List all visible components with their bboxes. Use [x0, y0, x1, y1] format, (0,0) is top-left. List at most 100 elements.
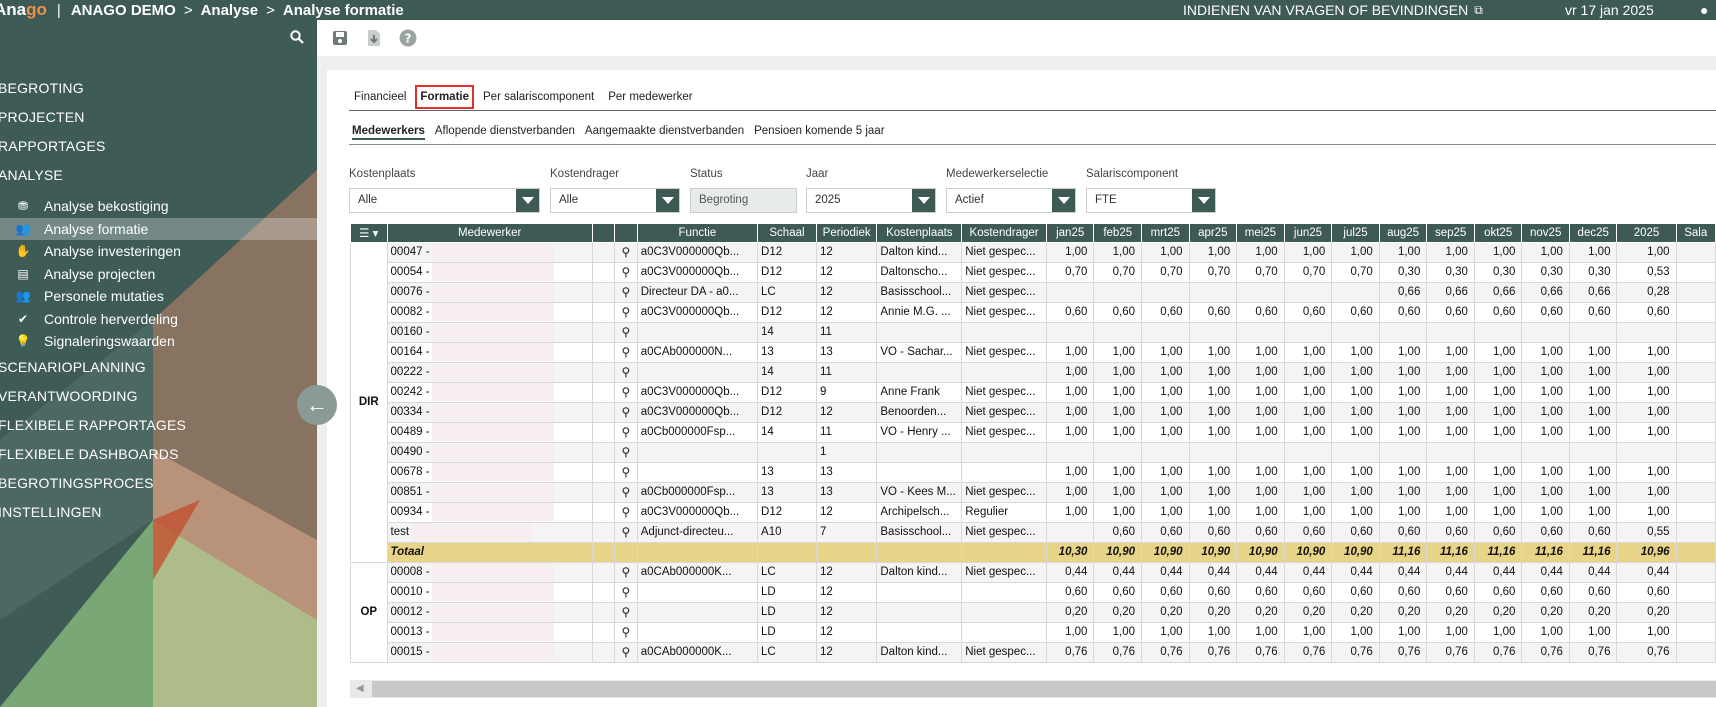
cell-search[interactable]: ⚲: [614, 581, 638, 603]
column-header-schaal[interactable]: Schaal: [757, 224, 817, 243]
column-header-aug25[interactable]: aug25: [1378, 224, 1428, 243]
table-row[interactable]: 00851 - ⚲ a0Cb000000Fsp... 13 13 VO - Kees M.…: [351, 481, 1716, 503]
search-icon[interactable]: ⚲: [622, 445, 631, 459]
chevron-down-icon[interactable]: [912, 189, 935, 212]
cell-search[interactable]: ⚲: [614, 521, 638, 543]
chevron-down-icon[interactable]: [1052, 189, 1075, 212]
help-button[interactable]: ?: [397, 27, 419, 49]
cell-search[interactable]: ⚲: [614, 361, 638, 383]
medewerkerselectie-select[interactable]: Actief: [946, 188, 1076, 213]
table-row[interactable]: 00054 - ⚲ a0C3V000000Qb... D12 12 Daltonscho.…: [351, 261, 1716, 283]
export-button[interactable]: [363, 27, 385, 49]
table-row[interactable]: 00678 - ⚲ 13 13 1,00 1,00 1,00 1,00 1,00 1,00 1,00…: [351, 461, 1716, 483]
cell-search[interactable]: ⚲: [614, 561, 638, 583]
subtab-aflopende-dienstverbanden[interactable]: Aflopende dienstverbanden: [435, 122, 575, 140]
cell-search[interactable]: ⚲: [614, 341, 638, 363]
search-icon[interactable]: ⚲: [622, 625, 631, 639]
menu-item-analyse[interactable]: ANALYSE: [0, 161, 317, 190]
menu-item-flexibele-rapportages[interactable]: FLEXIBELE RAPPORTAGES: [0, 411, 317, 440]
table-row[interactable]: OP 00008 - ⚲ a0CAb000000K... LC 12 Dalton kind…: [350, 561, 1716, 663]
cell-search[interactable]: ⚲: [614, 461, 638, 483]
menu-item-rapportages[interactable]: RAPPORTAGES: [0, 132, 317, 161]
breadcrumb-analyse[interactable]: Analyse: [201, 2, 259, 19]
tab-per-medewerker[interactable]: Per medewerker: [606, 88, 694, 106]
column-header-jan25[interactable]: jan25: [1045, 224, 1095, 243]
column-header-jul25[interactable]: jul25: [1331, 224, 1380, 243]
table-row[interactable]: 00015 - ⚲ a0CAb000000K... LC 12 Dalton kind..…: [351, 641, 1716, 663]
table-row[interactable]: 00242 - ⚲ a0C3V000000Qb... D12 9 Anne Frank Ni…: [351, 381, 1716, 403]
column-header-okt25[interactable]: okt25: [1473, 224, 1523, 243]
table-row[interactable]: test ⚲ Adjunct-directeu... A10 7 Basisschool.…: [351, 521, 1716, 543]
cell-search[interactable]: ⚲: [614, 441, 638, 463]
menu-item-begrotingsproces[interactable]: BEGROTINGSPROCES: [0, 469, 317, 498]
sidebar-sub-item[interactable]: 💡 Signaleringswaarden: [0, 330, 317, 353]
table-row[interactable]: 00222 - ⚲ 14 11 1,00 1,00 1,00 1,00 1,00 1,00 1,00…: [351, 361, 1716, 383]
column-header-mrt25[interactable]: mrt25: [1141, 224, 1190, 243]
column-header-apr25[interactable]: apr25: [1188, 224, 1238, 243]
table-row[interactable]: 00013 - ⚲ LD 12 1,00 1,00 1,00 1,00 1,00 1,00 1,00…: [351, 621, 1716, 643]
search-icon[interactable]: ⚲: [622, 525, 631, 539]
salariscomponent-select[interactable]: FTE: [1086, 188, 1216, 213]
cell-search[interactable]: ⚲: [614, 281, 638, 303]
menu-item-begroting[interactable]: BEGROTING: [0, 74, 317, 103]
search-icon[interactable]: ⚲: [622, 365, 631, 379]
search-icon[interactable]: ⚲: [622, 605, 631, 619]
logo[interactable]: Anago: [0, 0, 47, 20]
kostendrager-select[interactable]: Alle: [550, 188, 680, 213]
cell-search[interactable]: ⚲: [614, 401, 638, 423]
search-icon[interactable]: ⚲: [622, 465, 631, 479]
column-header-sala[interactable]: Sala: [1675, 224, 1716, 243]
cell-search[interactable]: ⚲: [614, 381, 638, 403]
table-row[interactable]: 00160 - ⚲ 14 11: [351, 321, 1716, 343]
search-icon[interactable]: ⚲: [622, 345, 631, 359]
table-row[interactable]: 00490 - ⚲ 1: [351, 441, 1716, 463]
sidebar-sub-item[interactable]: ▤ Analyse projecten: [0, 263, 317, 286]
column-menu[interactable]: ☰ ▾: [350, 224, 388, 243]
table-row[interactable]: 00010 - ⚲ LD 12 0,60 0,60 0,60 0,60 0,60 0,60 0,60…: [351, 581, 1716, 603]
search-icon[interactable]: ⚲: [622, 485, 631, 499]
sidebar-sub-item[interactable]: 👥 Personele mutaties: [0, 285, 317, 308]
menu-item-flexibele-dashboards[interactable]: FLEXIBELE DASHBOARDS: [0, 440, 317, 469]
user-icon[interactable]: ●: [1700, 0, 1708, 20]
cell-search[interactable]: ⚲: [614, 601, 638, 623]
menu-item-scenarioplanning[interactable]: SCENARIOPLANNING: [0, 353, 317, 382]
column-header-jun25[interactable]: jun25: [1283, 224, 1333, 243]
tab-per-salariscomponent[interactable]: Per salariscomponent: [481, 88, 596, 106]
subtab-medewerkers[interactable]: Medewerkers: [352, 122, 425, 140]
search-icon[interactable]: ⚲: [622, 505, 631, 519]
search-icon[interactable]: ⚲: [622, 565, 631, 579]
jaar-select[interactable]: 2025: [806, 188, 936, 213]
scroll-left-icon[interactable]: ◀: [356, 680, 366, 698]
chevron-down-icon[interactable]: [1192, 189, 1215, 212]
search-icon[interactable]: ⚲: [622, 245, 631, 259]
kostenplaats-select[interactable]: Alle: [349, 188, 540, 213]
sidebar-sub-item[interactable]: 👥 Analyse formatie: [0, 217, 317, 240]
cell-search[interactable]: ⚲: [614, 481, 638, 503]
sidebar-sub-item[interactable]: ✔ Controle herverdeling: [0, 308, 317, 331]
column-header-kostenplaats[interactable]: Kostenplaats: [876, 224, 963, 243]
table-row[interactable]: DIR 00047 - ⚲ a0C3V000000Qb... D12 12 Dalton k…: [350, 241, 1716, 563]
table-row[interactable]: 00489 - ⚲ a0Cb000000Fsp... 14 11 VO - Henry .…: [351, 421, 1716, 443]
column-header-medewerker[interactable]: Medewerker: [386, 224, 593, 243]
cell-search[interactable]: ⚲: [614, 241, 638, 263]
column-header-nov25[interactable]: nov25: [1521, 224, 1570, 243]
search-icon[interactable]: ⚲: [622, 285, 631, 299]
search-icon[interactable]: ⚲: [622, 305, 631, 319]
search-icon[interactable]: ⚲: [622, 265, 631, 279]
save-button[interactable]: [329, 27, 351, 49]
collapse-sidebar-button[interactable]: ←: [297, 385, 337, 425]
sidebar-search[interactable]: [0, 20, 317, 56]
menu-item-projecten[interactable]: PROJECTEN: [0, 103, 317, 132]
cell-search[interactable]: ⚲: [614, 641, 638, 663]
sidebar-sub-item[interactable]: ⛃ Analyse bekostiging: [0, 195, 317, 218]
cell-search[interactable]: ⚲: [614, 501, 638, 523]
column-header-kostendrager[interactable]: Kostendrager: [961, 224, 1047, 243]
tab-formatie[interactable]: Formatie: [415, 85, 474, 109]
table-row[interactable]: 00164 - ⚲ a0CAb000000N... 13 13 VO - Sachar..…: [351, 341, 1716, 363]
cell-search[interactable]: ⚲: [614, 261, 638, 283]
menu-item-verantwoording[interactable]: VERANTWOORDING: [0, 382, 317, 411]
table-row[interactable]: 00012 - ⚲ LD 12 0,20 0,20 0,20 0,20 0,20 0,20 0,20…: [351, 601, 1716, 623]
table-row[interactable]: 00076 - ⚲ Directeur DA - a0... LC 12 Basissch…: [351, 281, 1716, 303]
cell-search[interactable]: ⚲: [614, 321, 638, 343]
search-icon[interactable]: ⚲: [622, 425, 631, 439]
